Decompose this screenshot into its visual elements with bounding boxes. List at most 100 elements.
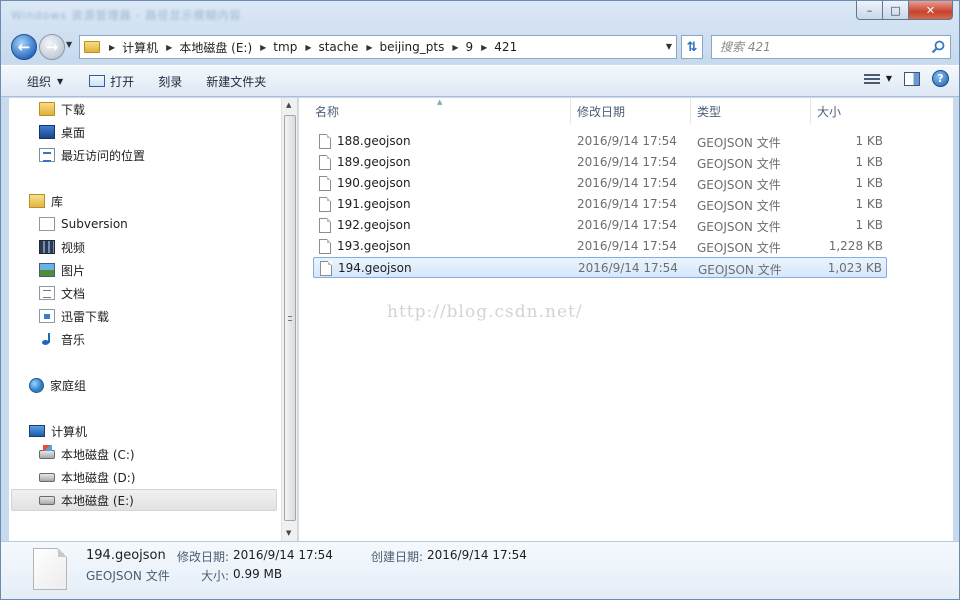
preview-pane-icon[interactable] bbox=[904, 71, 920, 86]
nav-item-label: 库 bbox=[51, 194, 64, 209]
file-icon bbox=[319, 197, 331, 212]
nav-item-computer[interactable]: 计算机 bbox=[29, 420, 281, 442]
scrollbar-thumb[interactable] bbox=[284, 115, 296, 521]
recent-pages-dropdown[interactable]: ▼ bbox=[66, 40, 72, 49]
breadcrumb-segment[interactable]: tmp bbox=[273, 40, 297, 54]
drive-d-icon bbox=[39, 472, 55, 482]
breadcrumb-segment[interactable]: stache bbox=[318, 40, 358, 54]
nav-item-recent-places[interactable]: 最近访问的位置 bbox=[39, 144, 281, 166]
scroll-up-arrow-icon[interactable]: ▲ bbox=[286, 101, 291, 109]
file-date: 2016/9/14 17:54 bbox=[577, 239, 677, 253]
open-window-icon bbox=[89, 75, 106, 87]
chevron-right-icon[interactable]: ▶ bbox=[366, 43, 372, 52]
details-file-type: GEOJSON 文件 bbox=[86, 569, 170, 583]
nav-item-drive-e[interactable]: 本地磁盘 (E:) bbox=[11, 489, 277, 511]
details-pane: 194.geojson GEOJSON 文件 修改日期: 2016/9/14 1… bbox=[1, 541, 959, 599]
close-button[interactable]: ✕ bbox=[909, 1, 953, 20]
breadcrumb-segment[interactable]: 本地磁盘 (E:) bbox=[179, 39, 252, 56]
burn-button[interactable]: 刻录 bbox=[148, 69, 192, 93]
pictures-icon bbox=[39, 263, 55, 277]
music-icon bbox=[39, 332, 55, 346]
column-header-size[interactable]: 大小 bbox=[801, 98, 891, 124]
nav-item-xunlei[interactable]: 迅雷下载 bbox=[39, 305, 281, 327]
file-thumbnail-icon bbox=[33, 548, 67, 590]
chevron-right-icon[interactable]: ▶ bbox=[452, 43, 458, 52]
chevron-right-icon[interactable]: ▶ bbox=[260, 43, 266, 52]
nav-item-music[interactable]: 音乐 bbox=[39, 328, 281, 350]
nav-item-subversion[interactable]: Subversion bbox=[39, 213, 281, 235]
table-row[interactable]: 188.geojson 2016/9/14 17:54 GEOJSON 文件 1… bbox=[313, 131, 887, 152]
column-header-type[interactable]: 类型 bbox=[681, 98, 811, 124]
file-date: 2016/9/14 17:54 bbox=[577, 176, 677, 190]
arrow-left-icon: ← bbox=[17, 38, 31, 56]
nav-item-homegroup[interactable]: 家庭组 bbox=[29, 374, 281, 396]
details-file-name: 194.geojson bbox=[86, 548, 166, 563]
address-bar[interactable]: ▶ 计算机 ▶ 本地磁盘 (E:) ▶ tmp ▶ stache ▶ beijing_pts ▶ 9… bbox=[79, 35, 677, 59]
back-button[interactable]: ← bbox=[11, 34, 37, 60]
table-row[interactable]: 189.geojson 2016/9/14 17:54 GEOJSON 文件 1… bbox=[313, 152, 887, 173]
column-header-name[interactable]: 名称 bbox=[299, 98, 571, 124]
minimize-button[interactable]: – bbox=[856, 1, 883, 20]
breadcrumb-segment[interactable]: 计算机 bbox=[122, 39, 158, 56]
chevron-right-icon[interactable]: ▶ bbox=[305, 43, 311, 52]
column-header-date[interactable]: 修改日期 bbox=[561, 98, 691, 124]
file-date: 2016/9/14 17:54 bbox=[577, 218, 677, 232]
navigation-scrollbar[interactable]: ▲ ▼ bbox=[281, 98, 297, 541]
nav-item-videos[interactable]: 视频 bbox=[39, 236, 281, 258]
view-options-dropdown[interactable]: ▼ bbox=[886, 74, 892, 83]
file-icon bbox=[320, 261, 332, 276]
address-history-dropdown[interactable]: ▼ bbox=[666, 42, 672, 51]
new-folder-button[interactable]: 新建文件夹 bbox=[196, 69, 276, 93]
recent-places-icon bbox=[39, 148, 55, 162]
nav-item-desktop[interactable]: 桌面 bbox=[39, 121, 281, 143]
breadcrumb-segment[interactable]: 9 bbox=[466, 40, 474, 54]
table-row[interactable]: 193.geojson 2016/9/14 17:54 GEOJSON 文件 1… bbox=[313, 236, 887, 257]
details-size-value: 0.99 MB bbox=[233, 567, 283, 581]
file-name: 193.geojson bbox=[337, 239, 411, 253]
search-icon[interactable] bbox=[931, 40, 945, 54]
breadcrumb-segment[interactable]: 421 bbox=[494, 40, 517, 54]
chevron-right-icon[interactable]: ▶ bbox=[481, 43, 487, 52]
new-folder-label: 新建文件夹 bbox=[206, 74, 267, 89]
table-row[interactable]: 192.geojson 2016/9/14 17:54 GEOJSON 文件 1… bbox=[313, 215, 887, 236]
column-label: 名称 bbox=[315, 104, 340, 119]
chevron-right-icon[interactable]: ▶ bbox=[166, 43, 172, 52]
navigation-row: ← → ▼ ▶ 计算机 ▶ 本地磁盘 (E:) ▶ tmp ▶ stache ▶ beijing… bbox=[1, 31, 959, 63]
forward-button[interactable]: → bbox=[39, 34, 65, 60]
nav-item-drive-c[interactable]: 本地磁盘 (C:) bbox=[39, 443, 281, 465]
chevron-down-icon: ▼ bbox=[57, 76, 64, 86]
nav-item-drive-d[interactable]: 本地磁盘 (D:) bbox=[39, 466, 281, 488]
title-bar[interactable]: Windows 资源管理器 - 路径显示模糊内容 – □ ✕ bbox=[1, 1, 959, 29]
nav-item-documents[interactable]: 文档 bbox=[39, 282, 281, 304]
burn-label: 刻录 bbox=[158, 74, 183, 89]
explorer-window: Windows 资源管理器 - 路径显示模糊内容 – □ ✕ ← → ▼ ▶ 计… bbox=[0, 0, 960, 600]
chevron-right-icon[interactable]: ▶ bbox=[109, 43, 115, 52]
details-created-label: 创建日期: bbox=[371, 550, 424, 564]
open-label: 打开 bbox=[110, 74, 135, 89]
scroll-down-arrow-icon[interactable]: ▼ bbox=[286, 529, 291, 537]
file-name: 190.geojson bbox=[337, 176, 411, 190]
table-row[interactable]: 191.geojson 2016/9/14 17:54 GEOJSON 文件 1… bbox=[313, 194, 887, 215]
change-view-icon[interactable] bbox=[863, 73, 880, 85]
nav-item-libraries[interactable]: 库 bbox=[29, 190, 281, 212]
help-icon[interactable]: ? bbox=[932, 70, 949, 87]
table-row-selected[interactable]: 194.geojson 2016/9/14 17:54 GEOJSON 文件 1… bbox=[313, 257, 887, 278]
nav-item-pictures[interactable]: 图片 bbox=[39, 259, 281, 281]
breadcrumb-segment[interactable]: beijing_pts bbox=[380, 40, 445, 54]
nav-item-label: Subversion bbox=[61, 217, 128, 231]
table-row[interactable]: 190.geojson 2016/9/14 17:54 GEOJSON 文件 1… bbox=[313, 173, 887, 194]
file-type: GEOJSON 文件 bbox=[697, 178, 781, 192]
organize-button[interactable]: 组织 ▼ bbox=[17, 69, 73, 93]
homegroup-icon bbox=[29, 377, 44, 393]
nav-item-label: 最近访问的位置 bbox=[61, 148, 146, 163]
downloads-folder-icon bbox=[39, 102, 55, 116]
open-button[interactable]: 打开 bbox=[79, 69, 144, 93]
search-input[interactable] bbox=[720, 40, 920, 54]
maximize-button[interactable]: □ bbox=[883, 1, 909, 20]
file-type: GEOJSON 文件 bbox=[697, 241, 781, 255]
libraries-icon bbox=[29, 194, 45, 208]
nav-item-downloads[interactable]: 下载 bbox=[39, 98, 281, 120]
subversion-icon bbox=[39, 217, 55, 231]
refresh-button[interactable]: ⇅ bbox=[681, 35, 703, 59]
nav-item-label: 本地磁盘 (D:) bbox=[61, 470, 136, 485]
